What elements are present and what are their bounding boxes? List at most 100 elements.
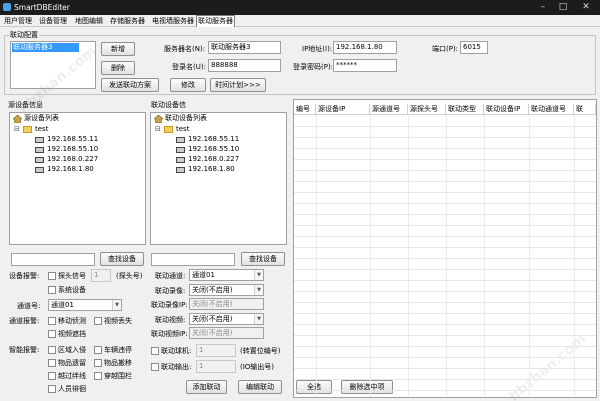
linked-search-button[interactable]: 查找设备 (241, 252, 285, 266)
source-tree-root[interactable]: 源设备列表 (24, 114, 59, 123)
add-link-button[interactable]: 添加联动 (186, 380, 227, 394)
smart-alarm-label: 智能报警: (9, 346, 40, 354)
linked-tree-device[interactable]: 192.168.55.11 (188, 135, 239, 144)
link-record-ip-field[interactable]: 关闭(不启用) (189, 298, 264, 310)
source-tree-folder[interactable]: test (35, 125, 48, 134)
menu-device-mgmt[interactable]: 设备管理 (38, 16, 68, 26)
linked-tree-root[interactable]: 联动设备列表 (165, 114, 207, 123)
probe-number-field[interactable]: 1 (91, 269, 111, 282)
channel-alarm-label: 通道报警: (9, 317, 40, 325)
add-button[interactable]: 新增 (101, 42, 135, 56)
system-device-checkbox[interactable] (48, 286, 56, 294)
vehicle-parking-checkbox[interactable] (94, 346, 102, 354)
link-record-select[interactable]: 关闭(不启用) ▼ (189, 284, 264, 296)
maximize-icon[interactable]: □ (553, 0, 573, 15)
object-left-label: 物品遗留 (58, 359, 86, 367)
source-device-tree[interactable]: 源设备列表 ⊟ test 192.168.55.11 192.168.55.10… (9, 112, 146, 245)
select-all-button[interactable]: 全选 (296, 380, 332, 394)
link-output-checkbox[interactable] (151, 363, 159, 371)
delete-selected-button[interactable]: 删除选中项 (341, 380, 393, 394)
table-header[interactable]: 联动类型 (446, 104, 484, 115)
modify-button[interactable]: 修改 (170, 78, 206, 92)
delete-button[interactable]: 删除 (101, 61, 135, 75)
login-name-field[interactable]: 888888 (208, 59, 281, 72)
menu-link-server[interactable]: 联动服务器 (196, 15, 235, 27)
object-left-checkbox[interactable] (48, 359, 56, 367)
minimize-icon[interactable]: – (533, 0, 553, 15)
schedule-button[interactable]: 时间计划>>> (210, 78, 266, 92)
collapse-icon[interactable]: ⊟ (155, 125, 161, 134)
link-record-ip-label: 联动录像IP: (151, 301, 188, 309)
title-bar: SmartDBEditer – □ ✕ (0, 0, 600, 15)
video-loss-checkbox[interactable] (94, 317, 102, 325)
table-column-line (446, 115, 447, 397)
server-name-field[interactable]: 联动服务器3 (208, 41, 281, 54)
table-header[interactable]: 编号 (294, 104, 316, 115)
video-loss-label: 视频丢失 (104, 317, 132, 325)
cross-fence-checkbox[interactable] (94, 372, 102, 380)
menu-map-edit[interactable]: 地图编辑 (74, 16, 104, 26)
link-ptz-checkbox[interactable] (151, 347, 159, 355)
table-header[interactable]: 源通道号 (370, 104, 408, 115)
motion-detect-checkbox[interactable] (48, 317, 56, 325)
table-header[interactable]: 联动通道号 (529, 104, 574, 115)
table-column-line (574, 115, 575, 397)
object-moved-checkbox[interactable] (94, 359, 102, 367)
linked-tree-folder[interactable]: test (176, 125, 189, 134)
link-video-ip-field[interactable]: 关闭(不启用) (189, 327, 264, 339)
source-tree-device[interactable]: 192.168.55.11 (47, 135, 98, 144)
link-video-select[interactable]: 关闭(不启用) ▼ (189, 313, 264, 325)
collapse-icon[interactable]: ⊟ (14, 125, 20, 134)
menu-user-mgmt[interactable]: 用户管理 (3, 16, 33, 26)
source-tree-device[interactable]: 192.168.0.227 (47, 155, 98, 164)
source-search-input[interactable] (11, 253, 95, 266)
port-label: 端口(P): (432, 45, 459, 53)
send-plan-button[interactable]: 发送联动方案 (101, 78, 159, 92)
source-tree-device[interactable]: 192.168.1.80 (47, 165, 94, 174)
probe-number-suffix: (探头号) (116, 272, 143, 280)
source-search-button[interactable]: 查找设备 (100, 252, 144, 266)
linked-tree-device[interactable]: 192.168.1.80 (188, 165, 235, 174)
table-header[interactable]: 联动设备IP (484, 104, 529, 115)
edit-link-button[interactable]: 编辑联动 (238, 380, 282, 394)
table-row-line (294, 159, 596, 160)
menu-tvwall-server[interactable]: 电视墙服务器 (151, 16, 195, 26)
table-row-line (294, 302, 596, 303)
area-intrusion-checkbox[interactable] (48, 346, 56, 354)
server-list-item[interactable]: 联动服务器3 (12, 43, 79, 52)
video-mask-checkbox[interactable] (48, 330, 56, 338)
link-ptz-field[interactable]: 1 (196, 344, 236, 357)
table-row-line (294, 335, 596, 336)
channel-select-value: 通道01 (51, 301, 74, 309)
table-header[interactable]: 源设备IP (316, 104, 370, 115)
chevron-down-icon: ▼ (112, 300, 121, 310)
table-row-line (294, 346, 596, 347)
channel-select[interactable]: 通道01 ▼ (48, 299, 122, 311)
login-pwd-field[interactable]: ****** (333, 59, 397, 72)
table-row-line (294, 148, 596, 149)
window-title: SmartDBEditer (14, 3, 70, 12)
menu-storage-server[interactable]: 存储服务器 (109, 16, 146, 26)
link-channel-select[interactable]: 通道01 ▼ (189, 269, 264, 281)
link-config-label: 联动配置 (9, 31, 39, 39)
server-name-label: 服务器名(N): (164, 45, 206, 53)
port-field[interactable]: 6015 (460, 41, 488, 54)
tripwire-checkbox[interactable] (48, 372, 56, 380)
loitering-checkbox[interactable] (48, 385, 56, 393)
source-tree-device[interactable]: 192.168.55.10 (47, 145, 98, 154)
link-channel-label: 联动通道: (155, 272, 186, 280)
linked-tree-device[interactable]: 192.168.0.227 (188, 155, 239, 164)
probe-signal-checkbox[interactable] (48, 272, 56, 280)
table-row-line (294, 170, 596, 171)
ip-field[interactable]: 192.168.1.80 (333, 41, 397, 54)
ip-label: IP地址(I): (302, 45, 333, 53)
link-output-field[interactable]: 1 (196, 360, 236, 373)
table-header[interactable]: 源探头号 (408, 104, 446, 115)
table-row-line (294, 236, 596, 237)
table-header[interactable]: 联 (574, 104, 596, 115)
linked-device-tree[interactable]: 联动设备列表 ⊟ test 192.168.55.11 192.168.55.1… (150, 112, 287, 245)
table-row-line (294, 258, 596, 259)
linked-tree-device[interactable]: 192.168.55.10 (188, 145, 239, 154)
close-icon[interactable]: ✕ (576, 0, 596, 15)
linked-search-input[interactable] (151, 253, 235, 266)
